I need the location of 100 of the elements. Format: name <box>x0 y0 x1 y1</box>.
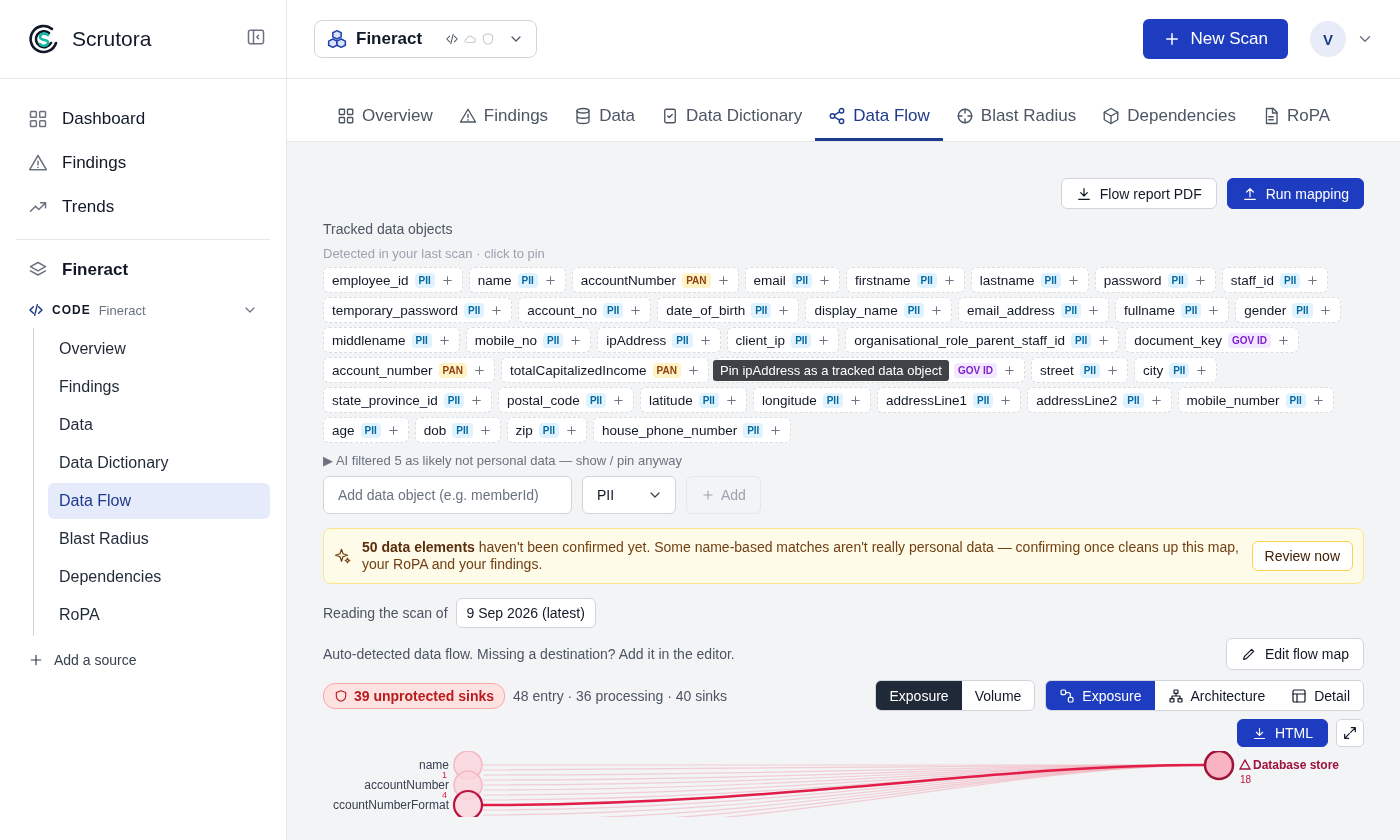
data-object-chip[interactable]: postal_code PII <box>498 387 635 413</box>
nav-item[interactable]: Findings <box>16 141 270 185</box>
data-object-chip[interactable]: date_of_birth PII <box>657 297 800 323</box>
warning-icon <box>1238 758 1252 770</box>
data-object-chip[interactable]: name PII <box>468 267 566 293</box>
source-nav-item[interactable]: Data Flow <box>48 483 270 519</box>
new-scan-button[interactable]: New Scan <box>1142 19 1288 59</box>
data-object-chip[interactable]: city PII <box>1133 357 1218 383</box>
data-object-chip[interactable]: longitude PII <box>752 387 871 413</box>
chip-label: totalCapitalizedIncome <box>509 362 647 378</box>
data-object-chip[interactable]: latitude PII <box>640 387 747 413</box>
category-tag: PII <box>791 332 812 348</box>
tab[interactable]: RoPA <box>1248 94 1344 141</box>
plus-icon <box>1097 333 1111 347</box>
data-object-chip[interactable]: street PII <box>1030 357 1128 383</box>
source-nav-item[interactable]: Data <box>48 407 270 443</box>
data-object-chip[interactable]: mobile_no PII <box>465 327 592 353</box>
nav-item[interactable]: Trends <box>16 185 270 229</box>
add-source-link[interactable]: Add a source <box>16 640 270 680</box>
data-object-chip[interactable]: house_phone_number PII <box>593 417 792 443</box>
category-tag: PII <box>1123 392 1144 408</box>
data-object-chip[interactable]: lastname PII <box>970 267 1089 293</box>
chip-label: email <box>753 272 786 288</box>
data-object-chip[interactable]: gender PII <box>1235 297 1341 323</box>
chip-label: firstname <box>855 272 911 288</box>
plus-icon <box>1318 303 1332 317</box>
plus-icon <box>1277 333 1291 347</box>
source-nav-item[interactable]: Findings <box>48 369 270 405</box>
data-object-chip[interactable]: dob PII <box>414 417 501 443</box>
source-label: accountNumber <box>364 778 449 792</box>
view-toggle-option[interactable]: Detail <box>1278 681 1363 710</box>
tab[interactable]: Blast Radius <box>942 94 1090 141</box>
data-object-chip[interactable]: password PII <box>1094 267 1216 293</box>
data-object-chip[interactable]: accountNumber PAN <box>571 267 739 293</box>
source-nav-item[interactable]: RoPA <box>48 597 270 633</box>
data-object-chip[interactable]: temporary_password PII <box>323 297 513 323</box>
category-tag: PII <box>751 302 772 318</box>
category-tag: PII <box>973 392 994 408</box>
plus-icon <box>569 333 583 347</box>
metric-toggle-option[interactable]: Volume <box>961 681 1035 710</box>
edit-flow-map-button[interactable]: Edit flow map <box>1225 638 1364 670</box>
data-object-chip[interactable]: organisational_role_parent_staff_id PII <box>845 327 1120 353</box>
run-mapping-button[interactable]: Run mapping <box>1226 178 1364 209</box>
data-object-chip[interactable]: email PII <box>744 267 840 293</box>
flow-report-button[interactable]: Flow report PDF <box>1060 178 1217 209</box>
data-object-chip[interactable]: account_no PII <box>518 297 652 323</box>
plus-icon <box>929 303 943 317</box>
view-toggle-option[interactable]: Exposure <box>1046 681 1155 710</box>
data-object-chip[interactable]: fullname PII <box>1114 297 1230 323</box>
source-nav-item[interactable]: Blast Radius <box>48 521 270 557</box>
data-object-chip[interactable]: account_number PAN <box>323 357 495 383</box>
tab[interactable]: Overview <box>324 94 446 141</box>
data-object-chip[interactable]: document_key GOV ID <box>1125 327 1300 353</box>
data-object-chip[interactable]: display_name PII <box>805 297 952 323</box>
data-object-chip[interactable]: addressLine2 PII <box>1027 387 1172 413</box>
plus-icon <box>1311 393 1325 407</box>
data-object-chip[interactable]: firstname PII <box>846 267 965 293</box>
plus-icon <box>612 393 626 407</box>
data-object-chip[interactable]: ipAddress PII <box>597 327 721 353</box>
source-nav-item[interactable]: Dependencies <box>48 559 270 595</box>
review-now-button[interactable]: Review now <box>1251 541 1353 571</box>
data-object-chip[interactable]: employee_id PII <box>323 267 463 293</box>
source-nav-item[interactable]: Data Dictionary <box>48 445 270 481</box>
category-tag: PAN <box>438 362 467 378</box>
data-object-chip[interactable]: state_province_id PII <box>323 387 493 413</box>
chip-label: display_name <box>814 302 898 318</box>
nav-item[interactable]: Dashboard <box>16 97 270 141</box>
metric-toggle-option[interactable]: Exposure <box>876 681 962 710</box>
data-object-chip[interactable]: client_ip PII <box>726 327 840 353</box>
tab[interactable]: Data <box>561 94 649 141</box>
project-item[interactable]: Fineract <box>16 248 270 292</box>
data-object-chip[interactable]: middlename PII <box>323 327 460 353</box>
tab[interactable]: Dependencies <box>1089 94 1249 141</box>
chip-label: gender <box>1244 302 1287 318</box>
project-selector[interactable]: Fineract <box>314 20 538 58</box>
source-type-label: CODE <box>52 303 91 317</box>
user-avatar[interactable]: V <box>1310 21 1346 57</box>
source-group-toggle[interactable]: CODE Fineract <box>16 292 270 328</box>
tab[interactable]: Findings <box>445 94 562 141</box>
data-object-chip[interactable]: staff_id PII <box>1221 267 1329 293</box>
sink-node[interactable] <box>1203 751 1235 781</box>
source-nav-item[interactable]: Overview <box>48 331 270 367</box>
tab[interactable]: Data Dictionary <box>648 94 816 141</box>
source-node[interactable] <box>452 789 484 817</box>
plus-icon <box>1066 273 1080 287</box>
data-object-chip[interactable]: email_address PII <box>957 297 1109 323</box>
category-tag: PII <box>538 422 560 438</box>
data-object-chip[interactable]: totalCapitalizedIncome PAN <box>500 357 709 383</box>
scan-date-selector[interactable]: 9 Sep 2026 (latest) <box>455 598 596 628</box>
data-object-chip[interactable]: age PII <box>323 417 409 443</box>
tab[interactable]: Data Flow <box>815 94 943 141</box>
data-object-chip[interactable]: addressLine1 PII <box>876 387 1022 413</box>
data-object-chip[interactable]: mobile_number PII <box>1177 387 1334 413</box>
data-object-chip[interactable]: zip PII <box>506 417 588 443</box>
chip-label: house_phone_number <box>602 422 738 438</box>
fullscreen-button[interactable] <box>1336 719 1364 747</box>
export-html-button[interactable]: HTML <box>1236 719 1328 747</box>
view-toggle-option[interactable]: Architecture <box>1154 681 1279 710</box>
flow-description: Auto-detected data flow. Missing a destination? Add it in the editor. <box>323 646 735 662</box>
filtered-toggle[interactable]: ▶ AI filtered 5 as likely not personal data — show / pin anyway <box>323 453 683 468</box>
